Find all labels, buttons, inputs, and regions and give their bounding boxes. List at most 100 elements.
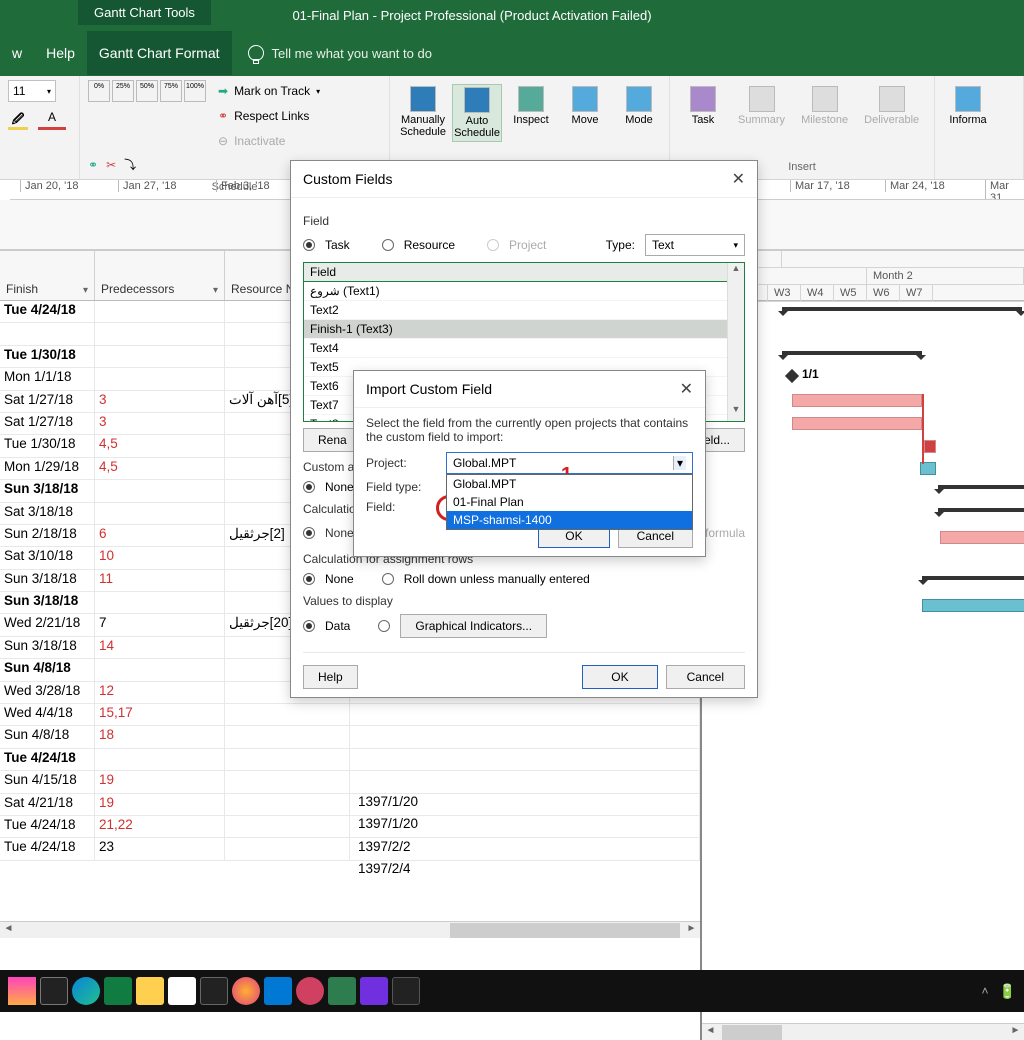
task-radio[interactable] <box>303 239 315 251</box>
close-icon[interactable]: ✕ <box>680 379 693 399</box>
app-title: 01-Final Plan - Project Professional (Pr… <box>292 8 731 23</box>
resource-radio[interactable] <box>382 239 394 251</box>
store-icon[interactable] <box>168 977 196 1005</box>
milestone-icon <box>785 369 799 383</box>
task-icon <box>690 86 716 112</box>
mark-on-track-button[interactable]: ➡Mark on Track▾ <box>218 80 320 102</box>
field-label: Field: <box>366 500 436 514</box>
mode-button[interactable]: Mode <box>614 84 664 128</box>
battery-icon[interactable]: 🔋 <box>999 983 1016 1000</box>
inactivate-button[interactable]: ⊖Inactivate <box>218 130 320 152</box>
list-item[interactable]: Finish-1 (Text3) <box>304 320 727 339</box>
list-item[interactable]: Text2 <box>304 301 727 320</box>
chevron-down-icon[interactable]: ▾ <box>673 456 686 470</box>
list-item[interactable]: شروع (Text1) <box>304 282 727 301</box>
summary-icon <box>749 86 775 112</box>
type-selector[interactable]: Text▾ <box>645 234 745 256</box>
link-tasks-icon[interactable]: ⚭ <box>88 158 98 172</box>
ok-button[interactable]: OK <box>582 665 657 689</box>
paint-icon[interactable] <box>360 977 388 1005</box>
auto-schedule-button[interactable]: Auto Schedule <box>452 84 502 142</box>
mode-icon <box>626 86 652 112</box>
gantt-bar <box>924 440 936 453</box>
none-radio-2[interactable] <box>303 527 315 539</box>
gantt-summary-bar <box>938 508 1024 513</box>
deliverable-button[interactable]: Deliverable <box>858 84 925 128</box>
instruction-text: Select the field from the currently open… <box>366 416 693 444</box>
excel-icon[interactable] <box>104 977 132 1005</box>
data-radio[interactable] <box>303 620 315 632</box>
link-line <box>922 394 924 464</box>
split-task-icon[interactable]: ⤵ <box>124 156 136 173</box>
app-c-icon[interactable] <box>296 977 324 1005</box>
gantt-bar <box>792 394 922 407</box>
title-bar: Gantt Chart Tools 01-Final Plan - Projec… <box>0 0 1024 30</box>
graphical-radio[interactable] <box>378 620 390 632</box>
dropdown-option[interactable]: MSP-shamsi-1400 <box>447 511 692 529</box>
font-color-button[interactable]: A <box>38 110 66 130</box>
highlight-color-button[interactable]: 🖉 <box>8 110 28 130</box>
ms-project-icon[interactable] <box>328 977 356 1005</box>
percent-complete-buttons[interactable]: 0% 25% 50% 75% 100% <box>88 80 206 152</box>
information-button[interactable]: Informa <box>943 84 993 128</box>
table-row[interactable]: Sat 4/21/1819 <box>0 794 700 816</box>
windows-taskbar[interactable]: ˄ 🔋 <box>0 970 1024 1012</box>
photos-icon[interactable] <box>392 977 420 1005</box>
date-cell: 1397/2/2 <box>354 838 422 860</box>
tray-chevron-icon[interactable]: ˄ <box>982 984 989 998</box>
none-radio-1[interactable] <box>303 481 315 493</box>
dropdown-option[interactable]: 01-Final Plan <box>447 493 692 511</box>
none-radio-3[interactable] <box>303 573 315 585</box>
manually-schedule-button[interactable]: Manually Schedule <box>398 84 448 140</box>
list-item[interactable]: Text4 <box>304 339 727 358</box>
inspect-button[interactable]: Inspect <box>506 84 556 128</box>
firefox-icon[interactable] <box>232 977 260 1005</box>
project-dropdown-list: Global.MPT 01-Final Plan MSP-shamsi-1400 <box>446 474 693 530</box>
bulb-icon <box>248 45 264 61</box>
menu-bar: w Help Gantt Chart Format Tell me what y… <box>0 30 1024 76</box>
roll-down-radio[interactable] <box>382 573 394 585</box>
col-predecessors[interactable]: Predecessors▾ <box>95 251 225 300</box>
taskview-icon[interactable] <box>40 977 68 1005</box>
dropdown-option[interactable]: Global.MPT <box>447 475 692 493</box>
view-menu[interactable]: w <box>0 31 34 75</box>
edge-icon[interactable] <box>72 977 100 1005</box>
col-finish[interactable]: Finish▾ <box>0 251 95 300</box>
mail-icon[interactable] <box>200 977 228 1005</box>
summary-button[interactable]: Summary <box>732 84 791 128</box>
gantt-bar <box>922 599 1024 612</box>
table-row[interactable]: Tue 4/24/1821,22 <box>0 816 700 838</box>
file-explorer-icon[interactable] <box>136 977 164 1005</box>
gantt-summary-bar <box>938 485 1024 490</box>
dialog-title: Import Custom Field <box>366 381 492 397</box>
vscode-icon[interactable] <box>264 977 292 1005</box>
move-button[interactable]: Move <box>560 84 610 128</box>
format-menu[interactable]: Gantt Chart Format <box>87 31 232 75</box>
gantt-hscroll[interactable]: ◄ ► <box>702 1023 1024 1040</box>
cancel-button[interactable]: Cancel <box>666 665 745 689</box>
help-button[interactable]: Help <box>303 665 358 689</box>
sheet-hscroll[interactable]: ◄ ► <box>0 921 700 938</box>
start-thumbnail[interactable] <box>8 977 36 1005</box>
tell-me-label: Tell me what you want to do <box>272 46 432 61</box>
tell-me-search[interactable]: Tell me what you want to do <box>232 45 432 61</box>
font-size-selector[interactable]: 11▾ <box>8 80 56 102</box>
graphical-indicators-button[interactable]: Graphical Indicators... <box>400 614 547 638</box>
close-icon[interactable]: ✕ <box>732 169 745 189</box>
table-row[interactable]: Sun 4/8/1818 <box>0 726 700 748</box>
table-row[interactable]: Sun 4/15/1819 <box>0 771 700 793</box>
table-row[interactable]: Tue 4/24/1823 <box>0 838 700 860</box>
gantt-bar <box>792 417 922 430</box>
help-menu[interactable]: Help <box>34 31 87 75</box>
field-type-label: Field type: <box>366 480 436 494</box>
unlink-tasks-icon[interactable]: ✂ <box>106 158 116 172</box>
table-row[interactable]: Wed 4/4/1815,17 <box>0 704 700 726</box>
respect-links-button[interactable]: ⚭Respect Links <box>218 105 320 127</box>
task-insert-button[interactable]: Task <box>678 84 728 128</box>
table-row[interactable]: Tue 4/24/18 <box>0 749 700 771</box>
date-cell: 1397/1/20 <box>354 815 422 837</box>
gantt-summary-bar <box>922 576 1024 581</box>
field-list-scrollbar[interactable]: ▲ ▼ <box>727 263 744 421</box>
inspect-icon <box>518 86 544 112</box>
milestone-button[interactable]: Milestone <box>795 84 854 128</box>
